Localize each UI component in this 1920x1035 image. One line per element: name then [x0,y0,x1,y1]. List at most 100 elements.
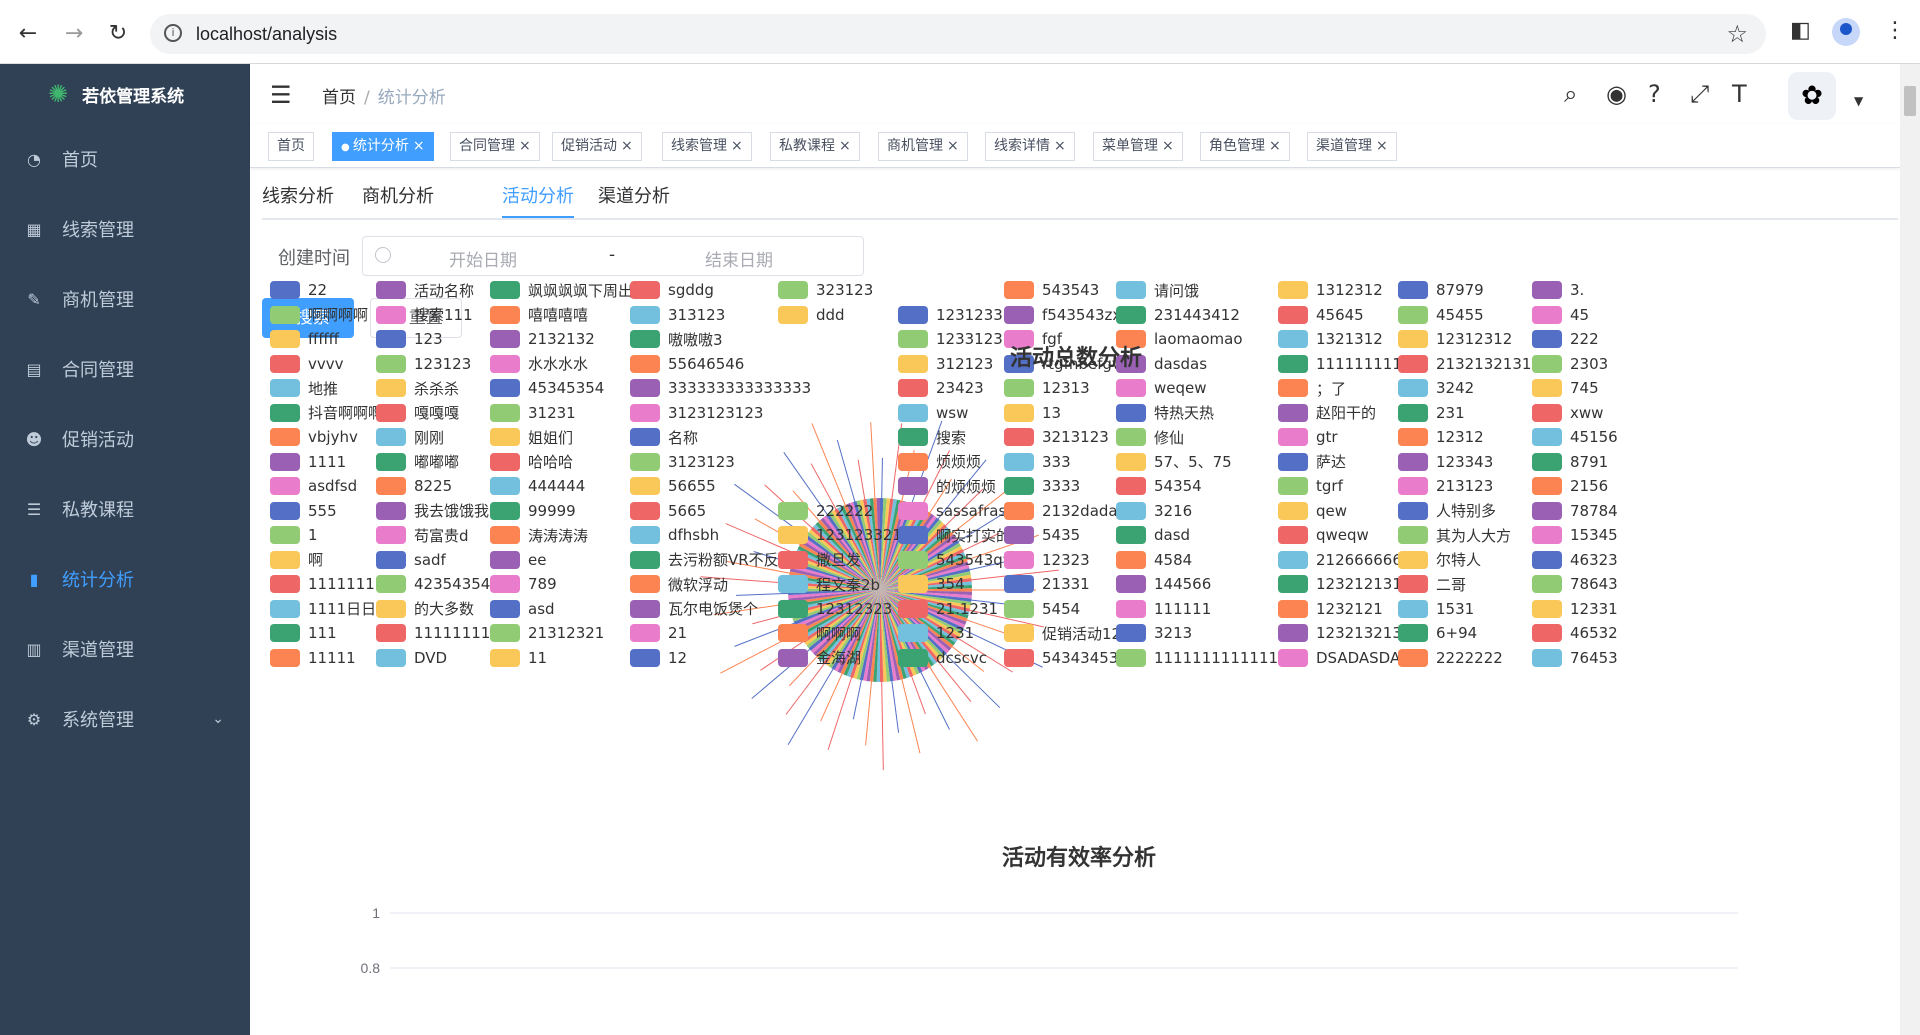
back-icon[interactable]: ← [14,20,42,48]
legend-item[interactable]: 444444 [490,476,585,496]
legend-item[interactable]: 21312321 [490,623,604,643]
fullscreen-icon[interactable]: ⤢ [1690,80,1709,108]
sidebar-item-5[interactable]: ☰ 私教课程 [0,474,250,544]
legend-item[interactable]: 3213 [1116,623,1192,643]
legend-item[interactable]: gtr [1278,427,1338,447]
legend-item[interactable]: 3216 [1116,501,1192,521]
legend-item[interactable]: 57、5、75 [1116,452,1232,472]
legend-item[interactable]: ddd [778,305,845,325]
legend-item[interactable]: 12312 [1398,427,1484,447]
legend-item[interactable]: 涛涛涛涛 [490,525,588,545]
legend-item[interactable]: 赵阳干的 [1278,403,1376,423]
legend-item[interactable]: 22 [270,280,327,300]
legend-item[interactable]: 42354354 [376,574,490,594]
legend-item[interactable]: 3242 [1398,378,1474,398]
legend-item[interactable]: 123 [376,329,443,349]
legend-item[interactable]: 啊 [270,550,323,570]
legend-item[interactable]: 请问饿 [1116,280,1199,300]
close-icon[interactable]: × [621,138,633,154]
legend-item[interactable]: 45156 [1532,427,1618,447]
legend-item[interactable]: 去污粉额VR不反感 [630,550,794,570]
legend-item[interactable]: 1111日日日 [270,599,391,619]
legend-item[interactable]: 3123123123 [630,403,763,423]
legend-item[interactable]: 啊啊啊 [778,623,861,643]
legend-item[interactable]: 二哥 [1398,574,1466,594]
legend-item[interactable]: 2222222 [1398,648,1503,668]
legend-item[interactable]: ffffff [270,329,339,349]
legend-item[interactable]: 8225 [376,476,452,496]
close-icon[interactable]: × [1269,138,1281,154]
legend-item[interactable]: 瓦尔电饭煲个 [630,599,758,619]
legend-item[interactable]: ；了 [1278,378,1346,398]
legend-item[interactable]: 抖音啊啊啊 [270,403,383,423]
legend-item[interactable]: 55646546 [630,354,744,374]
tab-3[interactable]: 渠道分析 [598,182,670,208]
legend-item[interactable]: 萨达 [1278,452,1346,472]
legend-item[interactable]: 21331 [1004,574,1090,594]
legend-item[interactable]: 我去饿饿我去 [376,501,504,521]
legend-item[interactable]: 其为人大方 [1398,525,1511,545]
tag-2[interactable]: 合同管理 × [450,132,540,161]
legend-item[interactable]: 313123 [630,305,725,325]
legend-item[interactable]: 12313 [1004,378,1090,398]
tag-8[interactable]: 菜单管理 × [1093,132,1183,161]
legend-item[interactable]: 111111111 [376,623,500,643]
legend-item[interactable]: DVD [376,648,447,668]
legend-item[interactable]: 54354 [1116,476,1202,496]
legend-item[interactable]: asd [490,599,555,619]
tab-0[interactable]: 线索分析 [262,182,334,208]
legend-item[interactable]: 1231 [898,623,974,643]
legend-item[interactable]: 烦烦烦 [898,452,981,472]
legend-item[interactable]: 5454 [1004,599,1080,619]
legend-item[interactable]: 12312312 [1398,329,1512,349]
legend-item[interactable]: 修仙 [1116,427,1184,447]
legend-item[interactable]: 87979 [1398,280,1484,300]
legend-item[interactable]: 111111 [1116,599,1211,619]
legend-item[interactable]: 12312323 [778,599,892,619]
legend-item[interactable]: weqew [1116,378,1207,398]
side-panel-icon[interactable]: ◧ [1790,18,1811,43]
legend-item[interactable]: vvvv [270,354,344,374]
legend-item[interactable]: 123123 [376,354,471,374]
legend-item[interactable]: vbjyhv [270,427,358,447]
legend-item[interactable]: 活动名称 [376,280,474,300]
legend-item[interactable]: 搜索 [898,427,966,447]
browser-menu-icon[interactable]: ⋮ [1884,18,1906,43]
tag-10[interactable]: 渠道管理 × [1307,132,1397,161]
legend-item[interactable]: 333333333333333 [630,378,811,398]
app-logo[interactable]: ✺ 若依管理系统 [0,64,250,124]
caret-down-icon[interactable]: ▼ [1854,94,1863,108]
legend-item[interactable]: 543543qw [898,550,1015,570]
legend-item[interactable]: 搜索111 [376,305,473,325]
close-icon[interactable]: × [947,138,959,154]
legend-item[interactable]: 1 [270,525,318,545]
legend-item[interactable]: 1312312 [1278,280,1383,300]
legend-item[interactable]: 金海湖 [778,648,861,668]
legend-item[interactable]: 78784 [1532,501,1618,521]
search-icon[interactable]: ⌕ [1564,80,1577,108]
forward-icon[interactable]: → [60,20,88,48]
legend-item[interactable]: 1232132133 [1278,623,1411,643]
legend-item[interactable]: 78643 [1532,574,1618,594]
sidebar-item-2[interactable]: ✎ 商机管理 [0,264,250,334]
legend-item[interactable]: 12331 [1532,599,1618,619]
legend-item[interactable]: 2156 [1532,476,1608,496]
scroll-thumb[interactable] [1904,86,1916,116]
close-icon[interactable]: × [731,138,743,154]
legend-item[interactable]: 12 [630,648,687,668]
legend-item[interactable]: 333 [1004,452,1071,472]
legend-item[interactable]: 2132132 [490,329,595,349]
legend-item[interactable]: xww [1532,403,1603,423]
tag-1[interactable]: ● 统计分析 × [332,132,434,161]
legend-item[interactable]: 的大多数 [376,599,474,619]
sidebar-item-4[interactable]: ☻ 促销活动 [0,404,250,474]
legend-item[interactable]: 76453 [1532,648,1618,668]
legend-item[interactable]: 123343 [1398,452,1493,472]
tab-2[interactable]: 活动分析 [502,182,574,208]
tag-6[interactable]: 商机管理 × [878,132,968,161]
legend-item[interactable]: 啊啊啊啊 [270,305,368,325]
sidebar-item-6[interactable]: ▮ 统计分析 [0,544,250,614]
legend-item[interactable]: 特热天热 [1116,403,1214,423]
legend-item[interactable]: 苟富贵d [376,525,469,545]
close-icon[interactable]: × [1376,138,1388,154]
